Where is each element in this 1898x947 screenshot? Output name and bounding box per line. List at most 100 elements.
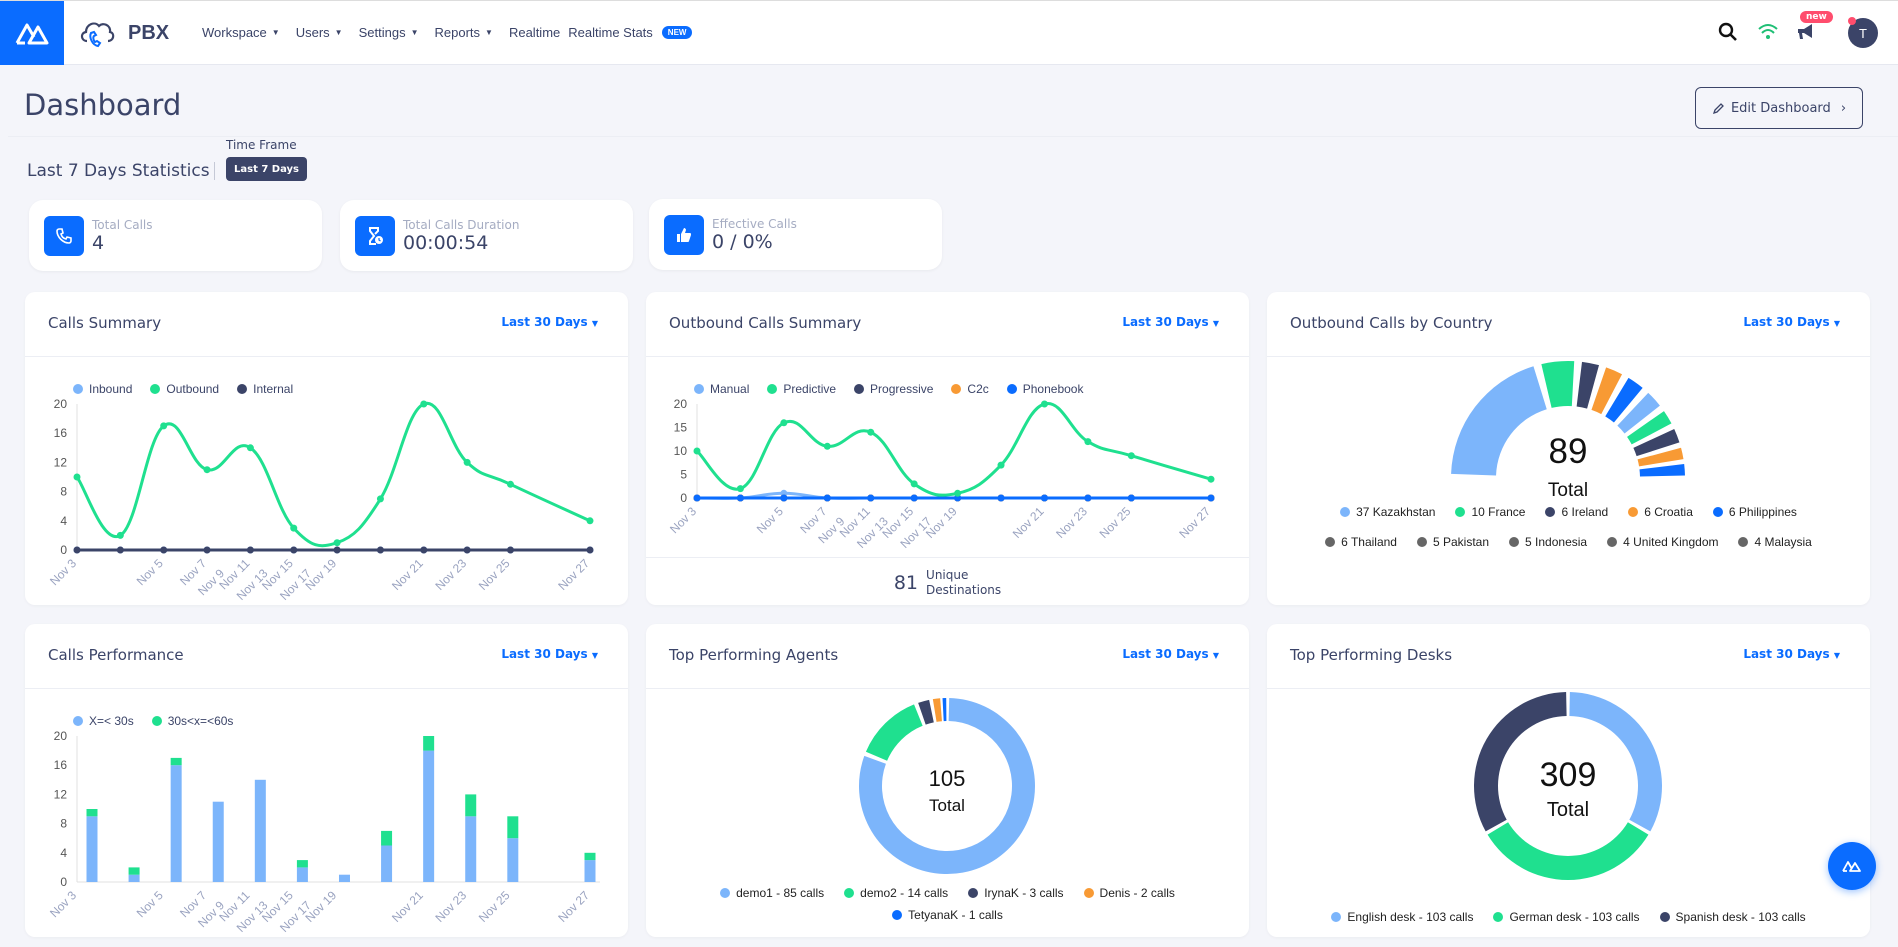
data-point [780,494,788,502]
data-point [246,444,254,452]
y-tick-label: 0 [60,875,67,889]
legend-item[interactable]: 37 Kazakhstan [1340,505,1435,519]
brand[interactable]: PBX [78,15,169,51]
legend-dot [1628,507,1639,517]
chart-legend: demo1 - 85 calls demo2 - 14 calls IrynaK -… [646,886,1249,922]
nav-workspace[interactable]: Workspace ▼ [202,25,280,40]
nav-label: Workspace [202,25,267,40]
data-point [376,546,384,554]
unique-label-line2: Destinations [926,583,1002,597]
floating-help-button[interactable] [1828,842,1876,890]
legend-item[interactable]: 6 Thailand [1325,535,1397,549]
legend-item[interactable]: 5 Indonesia [1509,535,1587,549]
bar-segment [507,816,519,839]
y-tick-label: 5 [680,468,687,482]
stat-card-effective-calls: Effective Calls 0 / 0% [649,199,942,270]
legend-dot [1659,912,1670,922]
card-divider [646,557,1249,558]
legend-item[interactable]: 4 United Kingdom [1607,535,1718,549]
bar-segment [584,852,596,861]
bar-segment [86,809,98,817]
data-point [736,485,744,493]
chart-legend: English desk - 103 calls German desk - 10… [1267,910,1870,924]
connection-status[interactable] [1757,22,1779,46]
stat-label: Total Calls Duration [403,218,520,232]
slice-demo2 [865,704,923,761]
legend-label: 5 Indonesia [1525,535,1588,549]
y-tick-label: 20 [54,397,68,411]
legend-item[interactable]: 6 Croatia [1628,505,1693,519]
legend-label: 4 United Kingdom [1623,535,1719,549]
legend-item[interactable]: English desk - 103 calls [1331,910,1473,924]
legend-item[interactable]: demo1 - 85 calls [720,886,824,900]
legend-label: 6 Thailand [1341,535,1397,549]
data-point [586,546,594,554]
legend-item[interactable]: 6 Ireland [1545,505,1608,519]
nav-label: Reports [434,25,481,40]
legend-label: Denis - 2 calls [1099,886,1175,900]
search-button[interactable] [1718,22,1738,46]
hourglass-icon [369,227,383,245]
y-tick-label: 10 [674,444,688,458]
x-tick-label: Nov 25 [1097,504,1134,541]
legend-item[interactable]: TetyanaK - 1 calls [892,908,1003,922]
data-point [203,466,211,474]
data-point [290,524,298,532]
legend-item[interactable]: 6 Philippines [1712,505,1797,519]
thumbs-up-icon [677,228,691,242]
legend-item[interactable]: IrynaK - 3 calls [968,886,1064,900]
y-tick-label: 16 [54,426,68,440]
legend-item[interactable]: 5 Pakistan [1416,535,1490,549]
announcements-button[interactable] [1796,22,1816,46]
data-point [997,461,1005,469]
legend-dot [1509,537,1520,547]
nav-settings[interactable]: Settings ▼ [359,25,419,40]
x-tick-label: Nov 3 [47,556,79,588]
legend-dot [1738,537,1749,547]
data-point [1127,452,1135,460]
edit-dashboard-label: Edit Dashboard [1730,100,1831,116]
app-logo[interactable] [0,1,64,65]
y-tick-label: 4 [60,514,67,528]
time-frame-button[interactable]: Last 7 Days [226,157,307,181]
legend-item[interactable]: 4 Malaysia [1738,535,1812,549]
x-tick-label: Nov 27 [555,556,592,593]
bar-segment [423,750,435,882]
legend-item[interactable]: Spanish desk - 103 calls [1659,910,1806,924]
search-icon [1718,22,1737,41]
legend-dot [1545,507,1556,517]
bar-segment [465,794,477,817]
y-tick-label: 0 [60,543,67,557]
nav-realtime-stats[interactable]: Realtime Stats NEW [568,25,693,40]
data-point [867,428,875,436]
edit-dashboard-button[interactable]: Edit Dashboard › [1695,87,1863,129]
data-point [954,489,962,497]
data-point [1040,494,1048,502]
legend-item[interactable]: 10 France [1455,505,1525,519]
legend-dot [1083,888,1094,898]
legend-item[interactable]: demo2 - 14 calls [844,886,948,900]
legend-item[interactable]: German desk - 103 calls [1493,910,1640,924]
legend-dot [1340,507,1351,517]
nav-reports[interactable]: Reports ▼ [435,25,493,40]
card-calls-by-country: Outbound Calls by Country Last 30 Days ▼… [1267,292,1870,605]
data-point [823,442,831,450]
legend-label: 5 Pakistan [1432,535,1490,549]
bar-segment [128,874,140,882]
logo-icon [1842,861,1861,872]
data-point [1084,438,1092,446]
stat-icon-box [664,215,704,255]
caret-down-icon: ▼ [271,28,280,37]
nav-realtime[interactable]: Realtime [509,25,560,40]
y-tick-label: 12 [54,455,68,469]
x-tick-label: Nov 23 [1053,504,1090,541]
unique-destinations-label: Unique Destinations [926,568,1001,598]
slice-german [1487,822,1649,880]
bar-segment [170,757,182,766]
legend-item[interactable]: Denis - 2 calls [1083,886,1175,900]
legend-label: demo2 - 14 calls [860,886,949,900]
caret-down-icon: ▼ [485,28,493,37]
data-point [116,531,124,539]
nav-users[interactable]: Users ▼ [296,25,343,40]
data-point [823,494,831,502]
